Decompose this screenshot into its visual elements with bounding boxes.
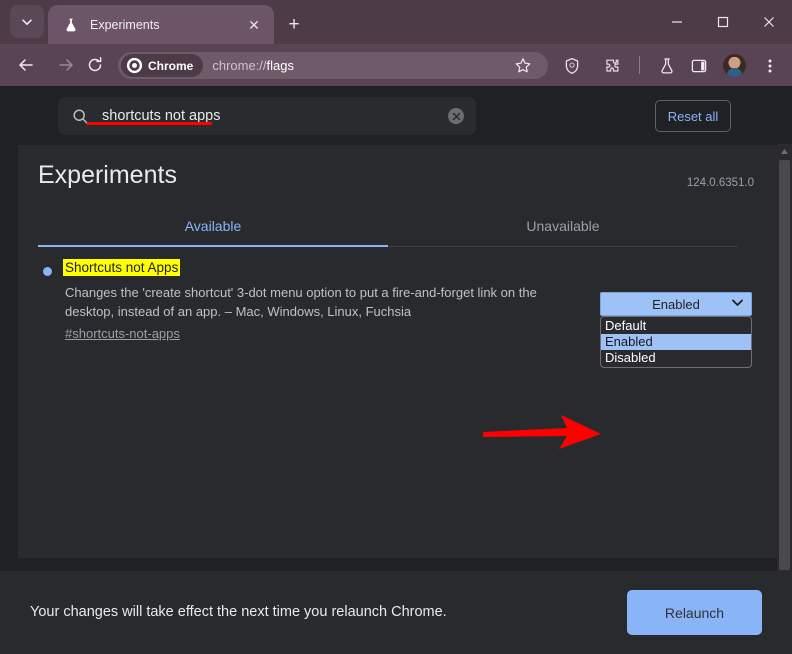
- tab-search-button[interactable]: [10, 5, 44, 38]
- flask-icon: [661, 58, 673, 74]
- relaunch-button[interactable]: Relaunch: [627, 590, 762, 635]
- tab-available[interactable]: Available: [38, 205, 388, 247]
- experiments-card: Experiments 124.0.6351.0 Available Unava…: [18, 145, 778, 558]
- flag-select-popup[interactable]: Default Enabled Disabled: [600, 316, 752, 368]
- scroll-up-arrow-icon[interactable]: [777, 144, 792, 158]
- flags-button[interactable]: [655, 54, 679, 78]
- version-label: 124.0.6351.0: [686, 177, 754, 189]
- tab-close-button[interactable]: ✕: [244, 15, 264, 35]
- flag-internal-name-link[interactable]: #shortcuts-not-apps: [65, 326, 180, 341]
- toolbar-divider: [639, 56, 640, 74]
- select-option-enabled[interactable]: Enabled: [601, 334, 751, 350]
- new-tab-button[interactable]: +: [280, 10, 308, 38]
- avatar[interactable]: [723, 54, 746, 77]
- clear-icon: [452, 112, 460, 120]
- flask-icon: [62, 16, 80, 34]
- star-icon: [515, 58, 531, 73]
- window-controls: [654, 0, 792, 44]
- flag-title: Shortcuts not Apps: [63, 259, 181, 276]
- tab-unavailable[interactable]: Unavailable: [388, 205, 738, 246]
- search-underline-annotation: [87, 122, 212, 125]
- tracking-protection-button[interactable]: [560, 54, 584, 78]
- url-text: chrome://flags: [212, 58, 294, 73]
- chevron-down-icon: [22, 18, 32, 25]
- arrow-left-icon: [19, 59, 33, 71]
- url-path: flags: [266, 58, 294, 73]
- select-option-default[interactable]: Default: [601, 318, 751, 334]
- chevron-down-icon: [732, 298, 743, 310]
- puzzle-icon: [606, 59, 619, 72]
- page-title: Experiments: [38, 161, 177, 189]
- relaunch-message: Your changes will take effect the next t…: [30, 604, 447, 620]
- scrollbar-thumb[interactable]: [779, 160, 790, 570]
- flags-tabs: Available Unavailable: [38, 205, 738, 247]
- flag-select[interactable]: Enabled: [600, 292, 752, 316]
- chrome-chip-label: Chrome: [148, 58, 194, 73]
- browser-window: Experiments ✕ + Chrome chrome://flags sh…: [0, 0, 792, 654]
- side-panel-icon: [691, 59, 707, 73]
- url-scheme: chrome://: [212, 58, 267, 73]
- relaunch-bar: Your changes will take effect the next t…: [0, 571, 792, 654]
- three-dot-menu-button[interactable]: [758, 54, 782, 78]
- browser-toolbar: Chrome chrome://flags: [0, 44, 792, 86]
- search-input[interactable]: shortcuts not apps: [58, 97, 476, 135]
- back-button[interactable]: [13, 52, 39, 78]
- flag-status-dot-icon: [43, 267, 52, 276]
- chrome-logo-icon: [126, 57, 143, 74]
- address-bar[interactable]: Chrome chrome://flags: [118, 52, 548, 79]
- select-option-disabled[interactable]: Disabled: [601, 350, 751, 366]
- minimize-button[interactable]: [654, 0, 700, 44]
- three-dot-menu-icon: [768, 59, 772, 73]
- side-panel-button[interactable]: [687, 54, 711, 78]
- forward-button[interactable]: [53, 52, 79, 78]
- flags-page: shortcuts not apps Reset all Experiments…: [0, 86, 792, 654]
- extensions-button[interactable]: [600, 54, 624, 78]
- clear-search-button[interactable]: [448, 108, 464, 124]
- flag-select-value: Enabled: [652, 296, 700, 312]
- title-bar: Experiments ✕ +: [0, 0, 792, 44]
- shield-icon: [565, 57, 579, 75]
- reload-icon: [88, 57, 102, 72]
- chrome-chip: Chrome: [121, 54, 204, 77]
- tab-title: Experiments: [90, 17, 160, 32]
- browser-tab[interactable]: Experiments ✕: [48, 5, 274, 44]
- red-arrow-annotation: [483, 415, 601, 449]
- close-button[interactable]: [746, 0, 792, 44]
- arrow-right-icon: [59, 59, 73, 71]
- bookmark-button[interactable]: [512, 55, 534, 77]
- maximize-button[interactable]: [700, 0, 746, 44]
- reload-button[interactable]: [82, 52, 108, 78]
- flag-description: Changes the 'create shortcut' 3-dot menu…: [65, 285, 537, 319]
- reset-all-button[interactable]: Reset all: [655, 100, 731, 132]
- search-row: shortcuts not apps Reset all: [0, 86, 792, 144]
